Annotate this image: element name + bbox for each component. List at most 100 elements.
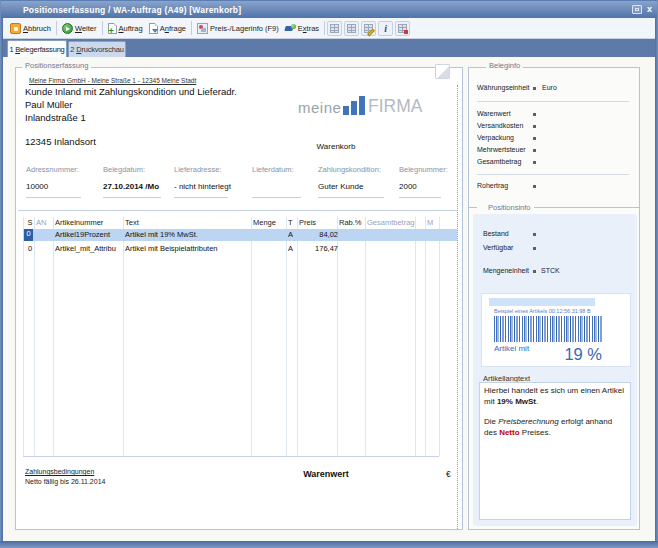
row-select-cell[interactable]: 0 — [24, 229, 33, 241]
table-row[interactable]: 0Artikel_mit_AttribuArtikel mit Beispiel… — [23, 243, 472, 255]
table-top-separator — [18, 210, 457, 211]
field-label: Lieferdatum: — [252, 165, 294, 174]
field-underline — [26, 197, 81, 198]
preview-header-bar — [489, 298, 595, 306]
tab-belegerfassung[interactable]: 1 Belegerfassung — [7, 40, 67, 57]
price-stock-info-icon — [197, 23, 208, 34]
info-icon: i — [384, 23, 387, 34]
field-underline — [399, 197, 441, 198]
table-column-header[interactable]: Preis — [299, 218, 338, 227]
table-column-header[interactable]: Menge — [253, 218, 287, 227]
restore-icon[interactable] — [632, 5, 642, 14]
toolbar: Abbruch Weiter Auftrag Anfrage Preis-/La… — [3, 18, 655, 39]
abbruch-button[interactable]: Abbruch — [7, 21, 54, 36]
table-cell: Artikel_mit_Attribu — [55, 244, 124, 253]
table-cell: Artikel mit 19% MwSt. — [125, 230, 252, 239]
table-column-header[interactable]: Text — [125, 218, 252, 227]
field-value[interactable]: 2000 — [399, 182, 417, 191]
sender-line: Meine Firma GmbH - Meine Straße 1 - 1234… — [29, 77, 196, 84]
bullet-square-icon — [533, 149, 536, 152]
customer-address: Kunde Inland mit Zahlungskondition und L… — [25, 85, 237, 148]
page-curl-icon — [435, 64, 450, 79]
table-column-header[interactable]: AN — [36, 218, 54, 227]
forward-icon — [62, 23, 73, 34]
bullet-square-icon — [533, 137, 536, 140]
beleginfo-row-label: Gesamtbetrag — [477, 158, 521, 165]
table-cell: 84,02 — [299, 230, 338, 239]
table-row[interactable]: 0Artikel19ProzentArtikel mit 19% MwSt.A8… — [23, 229, 457, 241]
table-cell: Artikel19Prozent — [55, 230, 124, 239]
toolbar-separator — [56, 21, 57, 35]
abbruch-label: Abbruch — [23, 24, 51, 33]
bullet-square-icon — [533, 87, 536, 90]
beleginfo-row: Mehrwertsteuer — [469, 146, 639, 157]
anfrage-button[interactable]: Anfrage — [146, 21, 189, 36]
preisinfo-label: Preis-/Lagerinfo (F9) — [210, 24, 279, 33]
tab-druckvorschau[interactable]: 2 Druckvorschau — [68, 41, 126, 57]
positionsinfo-row-label: Verfügbar — [483, 244, 513, 251]
table-column-header[interactable]: M — [427, 218, 440, 227]
beleginfo-row-value: Euro — [542, 84, 557, 91]
page-margin-line — [457, 85, 458, 529]
grid-icon — [330, 24, 339, 33]
field-value[interactable]: 27.10.2014 /Mo — [103, 182, 159, 191]
table-column-header[interactable]: S — [25, 218, 35, 227]
logo-text-firma: FIRMA — [368, 97, 422, 115]
field-value[interactable]: - nicht hinterlegt — [174, 182, 231, 191]
table-column-header[interactable]: Artikelnummer — [55, 218, 124, 227]
field-label: Lieferadresse: — [174, 165, 222, 174]
weiter-button[interactable]: Weiter — [59, 21, 100, 36]
field-underline — [318, 197, 384, 198]
tab-belegerfassung-label: 1 Belegerfassung — [9, 45, 64, 54]
extras-button[interactable]: Extras — [282, 21, 322, 36]
field-label: Belegdatum: — [103, 165, 145, 174]
positionsinfo-panel: BestandVerfügbarMengeneinheitSTCK Beispi… — [473, 214, 637, 526]
field-underline — [103, 197, 161, 198]
window: Positionserfassung / WA-Auftrag (A49) [W… — [0, 0, 658, 548]
new-order-icon — [108, 23, 117, 34]
preisinfo-button[interactable]: Preis-/Lagerinfo (F9) — [194, 21, 282, 36]
toolbar-separator — [191, 21, 192, 35]
anfrage-label: Anfrage — [160, 24, 186, 33]
field-underline — [174, 197, 228, 198]
info-button[interactable]: i — [378, 21, 393, 36]
field-label: Adressnummer: — [26, 165, 79, 174]
grid-icon — [347, 24, 356, 33]
payment-terms-text: Netto fällig bis 26.11.2014 — [25, 478, 105, 485]
document-title: Warenkorb — [276, 142, 396, 151]
cancel-icon — [10, 23, 21, 34]
beleginfo-separator — [477, 101, 629, 102]
toolbar-separator — [324, 21, 325, 35]
weiter-label: Weiter — [75, 24, 97, 33]
grid-mark-button[interactable] — [395, 21, 410, 36]
currency-symbol: € — [446, 469, 451, 479]
grid-view-button[interactable] — [327, 21, 342, 36]
field-value[interactable]: 10000 — [26, 182, 48, 191]
beleginfo-legend: Beleginfo — [486, 61, 523, 70]
table-column-header[interactable]: Gesamtbetrag — [367, 218, 416, 227]
beleginfo-row-label: Währungseinheit — [477, 84, 530, 91]
table-column-header[interactable]: Rab.% — [339, 218, 366, 227]
beleginfo-row: Gesamtbetrag — [469, 158, 639, 169]
positionsinfo-row-label: Bestand — [483, 230, 509, 237]
table-cell: 0 — [25, 244, 35, 253]
bullet-square-icon — [533, 113, 536, 116]
bullet-square-icon — [533, 161, 536, 164]
table-column-header[interactable]: T — [288, 218, 298, 227]
field-value[interactable]: Guter Kunde — [318, 182, 363, 191]
bullet-square-icon — [533, 270, 536, 273]
inquiry-icon — [149, 23, 158, 34]
edit-grid-button[interactable] — [361, 21, 376, 36]
grid-view-2-button[interactable] — [344, 21, 359, 36]
auftrag-button[interactable]: Auftrag — [105, 21, 146, 36]
extras-label: Extras — [298, 24, 319, 33]
beleginfo-row: Währungseinheit Euro — [469, 84, 639, 95]
positionsinfo-legend-row: Positionsinfo — [469, 203, 639, 212]
beleginfo-row-label: Rohertrag — [477, 182, 508, 189]
table-cell: A — [288, 244, 298, 253]
close-icon[interactable]: x — [647, 5, 652, 14]
beleginfo-row-label: Verpackung — [477, 134, 514, 141]
beleginfo-row: Versandkosten — [469, 122, 639, 133]
bullet-square-icon — [533, 125, 536, 128]
langtext-box: Hierbei handelt es sich um einen Artikel… — [479, 382, 631, 520]
